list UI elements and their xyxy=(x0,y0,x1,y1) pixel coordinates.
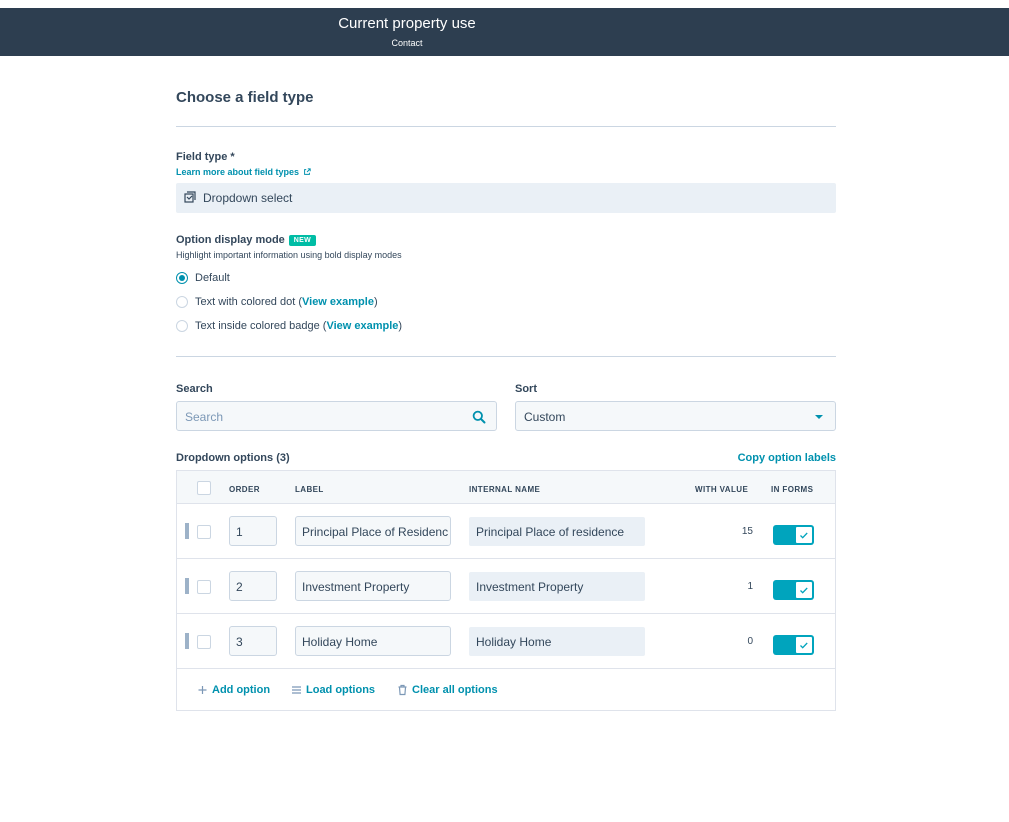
search-input[interactable]: Search xyxy=(176,401,497,431)
internal-name-value: Investment Property xyxy=(476,580,584,594)
add-option-label: Add option xyxy=(212,684,271,696)
in-forms-toggle[interactable] xyxy=(773,580,814,600)
check-icon xyxy=(800,642,808,649)
radio-default-label: Default xyxy=(195,272,230,284)
list-icon xyxy=(292,686,301,694)
label-value: Holiday Home xyxy=(302,635,378,649)
chevron-down-icon xyxy=(815,415,823,419)
field-type-value: Dropdown select xyxy=(203,191,293,205)
col-in-forms: IN FORMS xyxy=(771,485,814,494)
trash-icon xyxy=(398,684,407,696)
display-mode-label: Option display mode NEW xyxy=(176,234,317,246)
search-label: Search xyxy=(176,383,213,395)
options-table: ORDER LABEL INTERNAL NAME WITH VALUE IN … xyxy=(176,470,836,711)
internal-name-field: Holiday Home xyxy=(469,627,645,656)
display-mode-description: Highlight important information using bo… xyxy=(176,250,402,260)
label-input[interactable]: Holiday Home xyxy=(295,626,451,656)
page-subtitle: Contact xyxy=(391,38,423,48)
internal-name-field: Investment Property xyxy=(469,572,645,601)
table-header: ORDER LABEL INTERNAL NAME WITH VALUE IN … xyxy=(177,471,835,504)
internal-name-field: Principal Place of residence xyxy=(469,517,645,546)
order-value: 3 xyxy=(236,635,243,649)
drag-handle-icon[interactable] xyxy=(185,523,189,539)
dropdown-options-title: Dropdown options (3) xyxy=(176,452,290,464)
row-checkbox[interactable] xyxy=(197,580,211,594)
display-mode-label-text: Option display mode xyxy=(176,234,285,246)
radio-colored-badge-text: Text inside colored badge ( xyxy=(195,320,327,332)
select-all-checkbox[interactable] xyxy=(197,481,211,495)
field-type-select[interactable]: Dropdown select xyxy=(176,183,836,213)
label-input[interactable]: Investment Property xyxy=(295,571,451,601)
radio-colored-badge-suffix: ) xyxy=(398,320,403,332)
field-type-label: Field type * xyxy=(176,151,235,163)
label-input[interactable]: Principal Place of Residence xyxy=(295,516,451,546)
check-icon xyxy=(800,532,808,539)
toggle-knob xyxy=(795,581,813,599)
radio-default-button[interactable] xyxy=(176,272,188,284)
order-value: 1 xyxy=(236,525,243,539)
search-icon[interactable] xyxy=(472,410,486,424)
section-title: Choose a field type xyxy=(176,89,314,106)
drag-handle-icon[interactable] xyxy=(185,633,189,649)
options-divider xyxy=(176,356,836,357)
page-title: Current property use xyxy=(338,15,476,32)
plus-icon xyxy=(198,686,207,694)
top-strip xyxy=(0,0,1009,8)
toggle-knob xyxy=(795,526,813,544)
col-with-value: WITH VALUE xyxy=(695,485,749,494)
section-divider xyxy=(176,126,836,127)
table-row: 1 Principal Place of Residence Principal… xyxy=(177,504,835,559)
clear-all-options-label: Clear all options xyxy=(412,684,498,696)
with-value-count: 0 xyxy=(747,636,753,647)
row-checkbox[interactable] xyxy=(197,635,211,649)
dropdown-select-icon xyxy=(184,191,196,203)
order-input[interactable]: 2 xyxy=(229,571,277,601)
order-input[interactable]: 1 xyxy=(229,516,277,546)
table-footer: Add option Load options Clear all option… xyxy=(177,669,835,710)
order-value: 2 xyxy=(236,580,243,594)
view-example-link-dot[interactable]: View example xyxy=(302,296,374,308)
external-link-icon xyxy=(303,168,311,175)
internal-name-value: Holiday Home xyxy=(476,635,552,649)
sort-select[interactable]: Custom xyxy=(515,401,836,431)
col-internal-name: INTERNAL NAME xyxy=(469,485,541,494)
radio-colored-dot-button[interactable] xyxy=(176,296,188,308)
toggle-knob xyxy=(795,636,813,654)
radio-colored-dot-suffix: ) xyxy=(373,296,378,308)
order-input[interactable]: 3 xyxy=(229,626,277,656)
check-icon xyxy=(800,587,808,594)
internal-name-value: Principal Place of residence xyxy=(476,525,625,539)
load-options-label: Load options xyxy=(306,684,376,696)
sort-label: Sort xyxy=(515,383,537,395)
col-order: ORDER xyxy=(229,485,260,494)
table-row: 3 Holiday Home Holiday Home 0 xyxy=(177,614,835,669)
label-value: Principal Place of Residence xyxy=(302,525,448,539)
col-label: LABEL xyxy=(295,485,324,494)
row-checkbox[interactable] xyxy=(197,525,211,539)
search-placeholder: Search xyxy=(185,410,224,424)
radio-colored-dot-text: Text with colored dot ( xyxy=(195,296,302,308)
drag-handle-icon[interactable] xyxy=(185,578,189,594)
copy-option-labels-link[interactable]: Copy option labels xyxy=(738,452,836,464)
learn-more-text[interactable]: Learn more about field types xyxy=(176,167,299,177)
radio-colored-badge-label: Text inside colored badge (View example) xyxy=(195,320,402,332)
radio-colored-badge-button[interactable] xyxy=(176,320,188,332)
page-header: Current property use Contact xyxy=(0,8,1009,56)
view-example-link-badge[interactable]: View example xyxy=(326,320,398,332)
with-value-count: 15 xyxy=(741,526,753,537)
table-row: 2 Investment Property Investment Propert… xyxy=(177,559,835,614)
learn-more-link[interactable]: Learn more about field types xyxy=(176,167,311,177)
with-value-count: 1 xyxy=(747,581,753,592)
radio-colored-dot-label: Text with colored dot (View example) xyxy=(195,296,378,308)
label-value: Investment Property xyxy=(302,580,410,594)
in-forms-toggle[interactable] xyxy=(773,525,814,545)
sort-value: Custom xyxy=(524,410,566,424)
new-badge: NEW xyxy=(288,235,317,246)
in-forms-toggle[interactable] xyxy=(773,635,814,655)
